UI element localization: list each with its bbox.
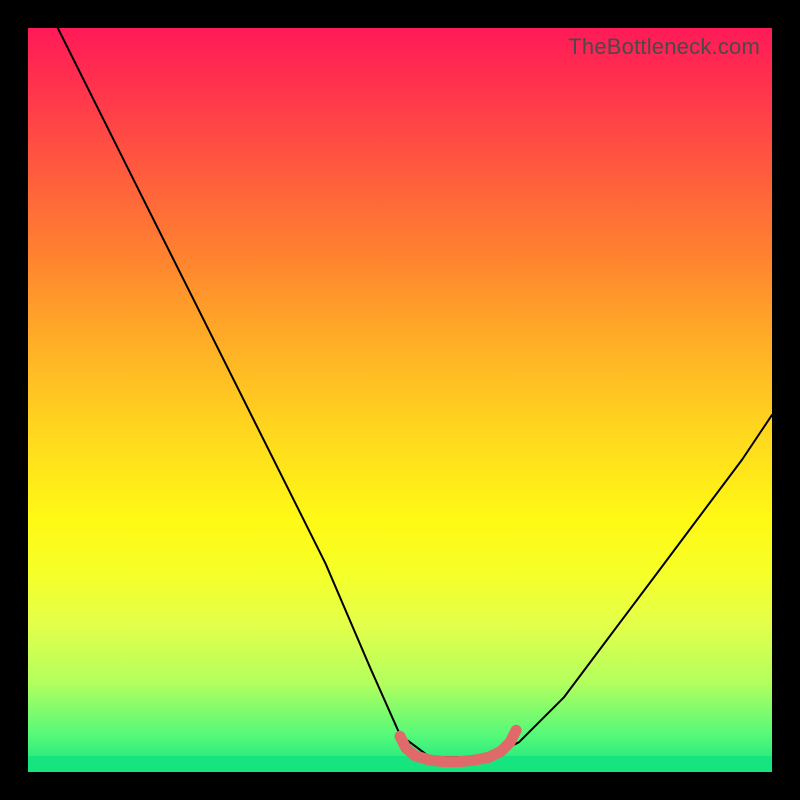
valley-highlight bbox=[400, 730, 516, 761]
bottleneck-curve bbox=[58, 28, 772, 757]
chart-frame: TheBottleneck.com bbox=[0, 0, 800, 800]
watermark-text: TheBottleneck.com bbox=[568, 34, 760, 60]
chart-plot-area: TheBottleneck.com bbox=[28, 28, 772, 772]
chart-svg bbox=[28, 28, 772, 772]
